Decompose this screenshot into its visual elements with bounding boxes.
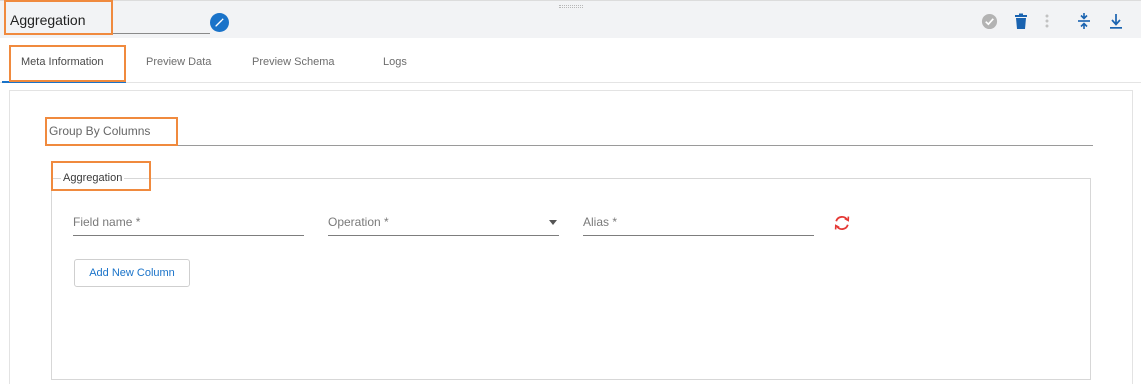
panel-header: Aggregation xyxy=(0,0,1141,38)
sync-icon[interactable] xyxy=(833,214,851,232)
add-new-column-button[interactable]: Add New Column xyxy=(74,259,190,287)
component-name-field[interactable]: Aggregation xyxy=(6,4,210,34)
operation-select[interactable]: Operation * xyxy=(328,208,559,236)
check-circle-icon[interactable] xyxy=(979,11,999,31)
group-by-columns-field[interactable]: Group By Columns xyxy=(49,124,150,138)
pencil-icon[interactable] xyxy=(210,13,229,32)
more-vertical-icon[interactable] xyxy=(1037,11,1057,31)
alias-label: Alias * xyxy=(583,215,618,229)
aggregation-legend: Aggregation xyxy=(61,172,125,184)
active-tab-indicator xyxy=(2,81,126,83)
tab-logs[interactable]: Logs xyxy=(383,56,407,68)
alias-input[interactable]: Alias * xyxy=(583,208,814,236)
tab-preview-data[interactable]: Preview Data xyxy=(146,56,211,68)
collapse-icon[interactable] xyxy=(1074,11,1094,31)
operation-label: Operation * xyxy=(328,215,389,229)
field-name-label: Field name * xyxy=(73,215,141,229)
trash-icon[interactable] xyxy=(1011,11,1031,31)
component-title: Aggregation xyxy=(10,12,86,28)
field-name-input[interactable]: Field name * xyxy=(73,208,304,236)
resize-grip[interactable] xyxy=(559,5,583,8)
tab-preview-schema[interactable]: Preview Schema xyxy=(252,56,335,68)
download-icon[interactable] xyxy=(1106,11,1126,31)
tab-meta-information[interactable]: Meta Information xyxy=(21,56,104,68)
group-by-underline xyxy=(46,145,1093,146)
chevron-down-icon xyxy=(549,220,557,225)
tab-bar: Meta Information Preview Data Preview Sc… xyxy=(0,38,1141,83)
pipeline-component-panel: Aggregation Meta Information Preview Dat… xyxy=(0,0,1141,384)
